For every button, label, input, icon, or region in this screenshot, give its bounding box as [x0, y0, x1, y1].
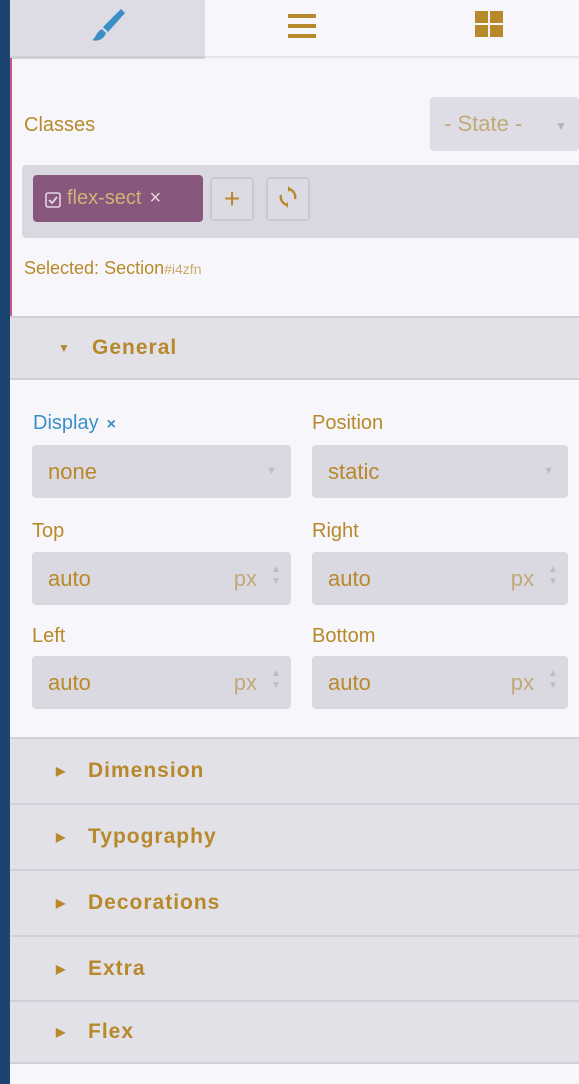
right-label: Right: [312, 520, 359, 542]
sync-icon: [277, 185, 299, 213]
class-tag[interactable]: flex-sect ×: [33, 175, 203, 222]
left-value: auto: [48, 669, 91, 695]
selected-component-id: #i4zfn: [164, 261, 202, 277]
left-unit-select[interactable]: px: [234, 670, 257, 696]
style-manager-panel: Classes - State - ▼ flex-sect × + Select…: [10, 0, 579, 1084]
position-select[interactable]: static ▼: [312, 445, 568, 498]
top-value: auto: [48, 565, 91, 591]
tab-layer-manager[interactable]: [205, 0, 398, 58]
sector-general-header[interactable]: ▼ General: [10, 316, 579, 380]
bottom-value: auto: [328, 669, 371, 695]
state-select-value: - State -: [444, 111, 523, 136]
sector-decorations-title: Decorations: [88, 891, 221, 914]
left-label: Left: [32, 625, 66, 647]
state-select[interactable]: - State - ▼: [430, 97, 579, 151]
chevron-down-icon: ▼: [555, 119, 567, 133]
caret-right-icon: ▶: [56, 896, 67, 910]
caret-down-icon: ▼: [58, 341, 71, 355]
right-value: auto: [328, 565, 371, 591]
panel-tabs: [10, 0, 579, 59]
sector-general-title: General: [92, 336, 178, 359]
right-input[interactable]: auto px ▲ ▼: [312, 552, 568, 605]
caret-right-icon: ▶: [56, 764, 67, 778]
tab-blocks[interactable]: [398, 0, 579, 58]
stepper-arrows-icon[interactable]: ▲ ▼: [271, 564, 281, 588]
sector-extra-header[interactable]: ▶ Extra: [10, 935, 579, 1000]
classes-label: Classes: [24, 114, 96, 136]
sector-flex-title: Flex: [88, 1020, 135, 1043]
class-tag-label: flex-sect: [67, 187, 142, 209]
stepper-arrows-icon[interactable]: ▲ ▼: [548, 564, 558, 588]
display-value: none: [48, 458, 97, 484]
class-tags-container: flex-sect × +: [22, 165, 579, 238]
plus-icon: +: [223, 183, 241, 214]
sector-typography-header[interactable]: ▶ Typography: [10, 803, 579, 869]
checkbox-checked-icon[interactable]: [45, 191, 61, 208]
sector-extra-title: Extra: [88, 956, 146, 980]
sector-flex-header[interactable]: ▶ Flex: [10, 1000, 579, 1064]
clear-display-icon[interactable]: ×: [107, 416, 116, 433]
right-unit-select[interactable]: px: [511, 566, 534, 592]
display-label-text: Display: [33, 412, 99, 434]
add-class-button[interactable]: +: [210, 177, 254, 221]
display-label: Display ×: [33, 412, 116, 435]
position-label: Position: [312, 412, 384, 434]
selected-component-info: Selected: Section#i4zfn: [24, 258, 201, 279]
sector-typography-title: Typography: [88, 825, 217, 848]
selected-component-name: Section: [104, 258, 165, 278]
sector-decorations-header[interactable]: ▶ Decorations: [10, 869, 579, 935]
caret-right-icon: ▶: [56, 961, 67, 976]
left-input[interactable]: auto px ▲ ▼: [32, 656, 291, 709]
chevron-down-icon: ▼: [543, 465, 554, 477]
bottom-input[interactable]: auto px ▲ ▼: [312, 656, 568, 709]
stepper-arrows-icon[interactable]: ▲ ▼: [271, 668, 281, 692]
stepper-arrows-icon[interactable]: ▲ ▼: [548, 668, 558, 692]
chevron-down-icon: ▼: [266, 465, 277, 477]
top-input[interactable]: auto px ▲ ▼: [32, 552, 291, 605]
bottom-label: Bottom: [312, 625, 376, 647]
left-accent-line: [10, 58, 12, 330]
caret-right-icon: ▶: [56, 830, 67, 844]
position-value: static: [328, 458, 380, 484]
sync-styles-button[interactable]: [266, 177, 310, 221]
hamburger-menu-icon: [285, 12, 319, 45]
display-select[interactable]: none ▼: [32, 445, 291, 498]
sector-dimension-title: Dimension: [88, 759, 205, 782]
bottom-unit-select[interactable]: px: [511, 670, 534, 696]
caret-right-icon: ▶: [56, 1025, 67, 1039]
top-label: Top: [32, 520, 65, 542]
sector-dimension-header[interactable]: ▶ Dimension: [10, 737, 579, 803]
selected-label: Selected:: [24, 258, 100, 278]
tab-style-manager[interactable]: [10, 0, 205, 59]
class-tag-remove-icon[interactable]: ×: [149, 187, 161, 210]
top-unit-select[interactable]: px: [234, 566, 257, 592]
grid-blocks-icon: [472, 10, 506, 46]
paint-brush-icon: [88, 6, 128, 51]
